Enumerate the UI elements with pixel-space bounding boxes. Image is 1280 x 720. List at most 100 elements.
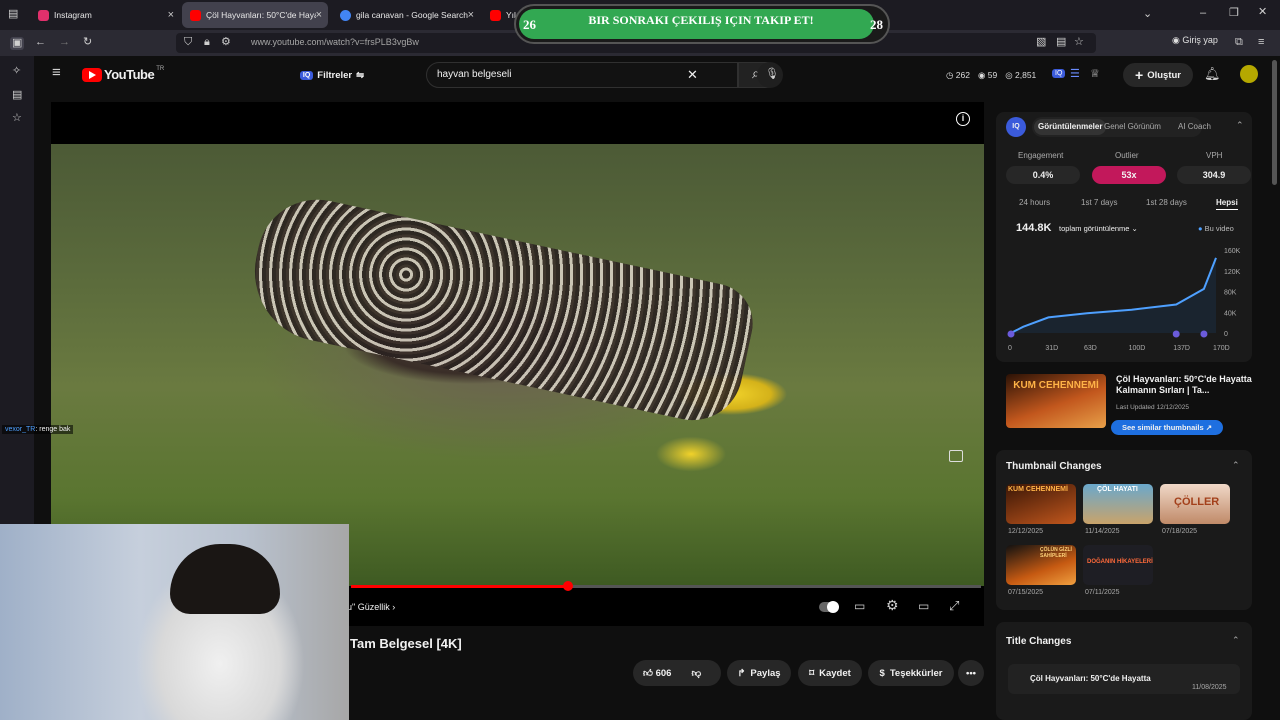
info-icon[interactable]: i xyxy=(956,112,970,126)
create-button[interactable]: + Oluştur xyxy=(1123,63,1193,87)
theater-mode-icon[interactable]: ▭ xyxy=(918,600,929,612)
youtube-icon xyxy=(490,9,501,21)
close-window-icon[interactable]: ✕ xyxy=(1258,7,1267,18)
title-change-date: 11/08/2025 xyxy=(1192,684,1227,691)
thumbnail-change-marker[interactable] xyxy=(1172,330,1180,338)
range-24h[interactable]: 24 hours xyxy=(1019,198,1050,207)
share-button[interactable]: ↱ Paylaş xyxy=(727,660,791,686)
hamburger-menu-icon[interactable]: ≡ xyxy=(52,65,61,80)
fullscreen-icon[interactable]: ⤢ xyxy=(949,599,959,612)
forward-icon[interactable]: → xyxy=(59,37,70,48)
permissions-icon[interactable]: ⚙ xyxy=(221,37,231,48)
maximize-icon[interactable]: ❐ xyxy=(1229,8,1239,19)
webcam-overlay xyxy=(0,524,349,720)
bookmarks-icon[interactable]: ☆ xyxy=(12,113,22,124)
region-code: TR xyxy=(156,65,165,72)
bookmark-star-icon[interactable]: ☆ xyxy=(1074,37,1084,48)
tab-instagram[interactable]: Instagram × xyxy=(30,2,180,28)
tab-views[interactable]: Görüntülenmeler xyxy=(1034,119,1107,135)
close-icon[interactable]: × xyxy=(168,9,174,21)
autoplay-toggle[interactable] xyxy=(819,601,839,613)
page-scrollbar[interactable] xyxy=(1272,60,1277,185)
clear-search-icon[interactable]: ✕ xyxy=(687,68,698,81)
views-total: 144.8K xyxy=(1016,222,1052,234)
range-28d[interactable]: 1st 28 days xyxy=(1146,198,1187,207)
list-icon[interactable]: ☰ xyxy=(1070,69,1080,80)
thumbnail-change-marker[interactable] xyxy=(1200,330,1208,338)
title-change-text: Çöl Hayvanları: 50°C'de Hayatta xyxy=(1030,674,1151,683)
x-tick-label: 137D xyxy=(1173,345,1190,352)
tab-list-icon[interactable]: ▤ xyxy=(8,9,18,20)
ai-icon[interactable]: ✧ xyxy=(12,66,21,77)
youtube-logo[interactable]: YouTube TR xyxy=(82,65,165,82)
similar-thumbnail[interactable]: KUM CEHENNEMİ xyxy=(1006,374,1106,428)
channel-stats: ◷ 262 ◉ 59 ◎ 2,851 xyxy=(946,70,1036,81)
avatar[interactable] xyxy=(1240,65,1258,83)
views-dropdown[interactable]: toplam görüntülenme ⌄ xyxy=(1059,224,1138,233)
views-card: IQ Görüntülenmeler Genel Görünüm AI Coac… xyxy=(996,112,1252,362)
thumbnail-change-1[interactable]: KUM CEHENNEMİ xyxy=(1006,484,1076,524)
miniplayer-icon[interactable] xyxy=(949,450,963,462)
collapse-icon[interactable]: ⌃ xyxy=(1232,635,1240,646)
see-similar-button[interactable]: See similar thumbnails ↗ xyxy=(1111,420,1223,435)
x-tick-label: 31D xyxy=(1045,345,1058,352)
signin-button[interactable]: ◉ Giriş yap xyxy=(1172,35,1218,46)
thumbnail-date: 11/14/2025 xyxy=(1085,528,1120,535)
range-all[interactable]: Hepsi xyxy=(1216,198,1238,210)
stat-b: ◉ 59 xyxy=(977,70,998,80)
reader-icon[interactable]: ▤ xyxy=(1056,37,1066,48)
video-title: Tam Belgesel [4K] xyxy=(350,636,462,651)
range-7d[interactable]: 1st 7 days xyxy=(1081,198,1117,207)
menu-icon[interactable]: ≡ xyxy=(1258,37,1264,48)
picture-icon[interactable]: ▧ xyxy=(1036,37,1046,48)
subtitles-icon[interactable]: ▭ xyxy=(854,600,865,612)
tab-ai-coach[interactable]: AI Coach xyxy=(1178,122,1211,131)
sidebar-toggle-icon[interactable]: ▣ xyxy=(10,37,25,50)
progress-bar[interactable] xyxy=(351,581,981,591)
vidiq-logo: IQ xyxy=(1006,117,1026,137)
logo-text: YouTube xyxy=(104,67,155,82)
chat-text: : renge bak xyxy=(35,426,71,433)
minimize-icon[interactable]: – xyxy=(1200,8,1206,19)
thumbnail-change-marker[interactable] xyxy=(1007,330,1015,338)
back-icon[interactable]: ← xyxy=(35,37,46,48)
reload-icon[interactable]: ↻ xyxy=(83,37,92,48)
thanks-button[interactable]: $ Teşekkürler xyxy=(868,660,954,686)
vidiq-icon[interactable]: IQ xyxy=(1052,69,1066,78)
voice-search-button[interactable]: 🎙︎ xyxy=(757,62,783,88)
history-icon[interactable]: ▤ xyxy=(12,90,22,101)
views-label: toplam görüntülenme xyxy=(1059,224,1130,233)
collapse-icon[interactable]: ⌃ xyxy=(1236,120,1244,131)
scrubber-handle[interactable] xyxy=(563,581,573,591)
y-tick-label: 0 xyxy=(1224,331,1228,338)
filters-button[interactable]: IQ Filtreler ⇋ xyxy=(296,63,368,87)
thumbnail-change-4[interactable]: ÇÖLÜN GİZLİ SAHİPLERİ xyxy=(1006,545,1076,585)
chevron-down-icon[interactable]: ⌄ xyxy=(1143,9,1152,20)
tab-youtube-active[interactable]: Çöl Hayvanları: 50°C'de Hayatta × xyxy=(182,2,328,28)
signin-label: Giriş yap xyxy=(1182,35,1218,45)
close-icon[interactable]: × xyxy=(316,9,322,21)
bell-icon[interactable]: 🔔︎ xyxy=(1204,67,1221,80)
thumbnail-change-2[interactable]: ÇÖL HAYATI xyxy=(1083,484,1153,524)
search-input[interactable]: hayvan belgeseli ✕ xyxy=(426,62,738,88)
settings-gear-icon[interactable]: ⚙ xyxy=(886,598,899,612)
save-button[interactable]: ⌑ Kaydet xyxy=(798,660,862,686)
search-value: hayvan belgeseli xyxy=(437,69,512,80)
title-changes-card: Title Changes ⌃ Çöl Hayvanları: 50°C'de … xyxy=(996,622,1252,720)
thumbnail-change-5[interactable]: DOĞANIN HİKAYELERİ xyxy=(1083,545,1153,585)
tab-google[interactable]: gila canavan - Google Search × xyxy=(332,2,480,28)
more-button[interactable]: ••• xyxy=(958,660,984,686)
close-icon[interactable]: × xyxy=(468,9,474,21)
thumbnail-change-3[interactable]: ÇÖLLER xyxy=(1160,484,1230,524)
chapter-button[interactable]: u" Güzellik › xyxy=(347,602,395,612)
like-button[interactable]: 👍︎ 606 xyxy=(643,667,671,679)
trophy-icon[interactable]: ♕ xyxy=(1090,69,1100,80)
chat-user: vexor_TR xyxy=(5,426,36,433)
tab-overview[interactable]: Genel Görünüm xyxy=(1104,122,1161,131)
sliders-icon: ⇋ xyxy=(356,69,365,81)
views-chart: 160K 120K 80K 40K 0 0 31D 63D 100D 137D 170D xyxy=(1007,248,1241,352)
dislike-button[interactable]: 👎︎ xyxy=(691,667,701,679)
collapse-icon[interactable]: ⌃ xyxy=(1232,460,1240,471)
extensions-icon[interactable]: ⧉ xyxy=(1235,37,1243,48)
thumbnail-text: DOĞANIN HİKAYELERİ xyxy=(1087,559,1153,565)
